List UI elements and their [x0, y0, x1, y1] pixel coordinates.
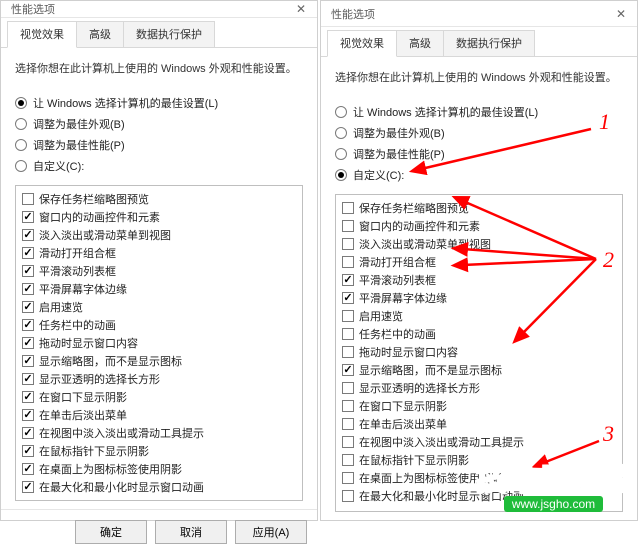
checkbox-icon: [22, 481, 34, 493]
left-panel: 性能选项 ✕ 视觉效果 高级 数据执行保护 选择你想在此计算机上使用的 Wind…: [0, 0, 318, 521]
option-label: 启用速览: [39, 299, 83, 315]
checkbox-icon: [22, 229, 34, 241]
option-label: 在单击后淡出菜单: [39, 407, 127, 423]
option-item[interactable]: 淡入淡出或滑动菜单到视图: [20, 226, 298, 244]
radio-group: 让 Windows 选择计算机的最佳设置(L) 调整为最佳外观(B) 调整为最佳…: [15, 90, 303, 179]
checkbox-icon: [22, 283, 34, 295]
radio-best-appearance[interactable]: 调整为最佳外观(B): [15, 116, 303, 132]
radio-auto[interactable]: 让 Windows 选择计算机的最佳设置(L): [15, 95, 303, 111]
option-item[interactable]: 平滑滚动列表框: [20, 262, 298, 280]
annotation-arrows: [321, 1, 640, 522]
checkbox-icon: [22, 247, 34, 259]
checkbox-icon: [22, 211, 34, 223]
titlebar: 性能选项 ✕: [1, 1, 317, 18]
option-item[interactable]: 显示缩略图，而不是显示图标: [20, 352, 298, 370]
options-listbox[interactable]: 保存任务栏缩略图预览窗口内的动画控件和元素淡入淡出或滑动菜单到视图滑动打开组合框…: [15, 185, 303, 501]
checkbox-icon: [22, 301, 34, 313]
button-row: 确定 取消 应用(A): [1, 509, 317, 554]
option-label: 显示亚透明的选择长方形: [39, 371, 160, 387]
prompt-text: 选择你想在此计算机上使用的 Windows 外观和性能设置。: [15, 60, 303, 76]
radio-icon: [15, 118, 27, 130]
checkbox-icon: [22, 409, 34, 421]
option-item[interactable]: 拖动时显示窗口内容: [20, 334, 298, 352]
radio-label: 调整为最佳外观(B): [33, 116, 125, 132]
option-item[interactable]: 窗口内的动画控件和元素: [20, 208, 298, 226]
option-item[interactable]: 在桌面上为图标标签使用阴影: [20, 460, 298, 478]
option-label: 显示缩略图，而不是显示图标: [39, 353, 182, 369]
option-label: 平滑滚动列表框: [39, 263, 116, 279]
close-icon[interactable]: ✕: [291, 2, 311, 16]
option-item[interactable]: 平滑屏幕字体边缘: [20, 280, 298, 298]
radio-best-performance[interactable]: 调整为最佳性能(P): [15, 137, 303, 153]
radio-label: 让 Windows 选择计算机的最佳设置(L): [33, 95, 218, 111]
option-label: 在最大化和最小化时显示窗口动画: [39, 479, 204, 495]
tab-visual-effects[interactable]: 视觉效果: [7, 21, 77, 48]
annotation-2: 2: [603, 247, 614, 273]
radio-label: 自定义(C):: [33, 158, 84, 174]
option-item[interactable]: 在鼠标指针下显示阴影: [20, 442, 298, 460]
checkbox-icon: [22, 463, 34, 475]
radio-icon: [15, 160, 27, 172]
cancel-button[interactable]: 取消: [155, 520, 227, 544]
option-label: 滑动打开组合框: [39, 245, 116, 261]
checkbox-icon: [22, 391, 34, 403]
checkbox-icon: [22, 445, 34, 457]
ok-button[interactable]: 确定: [75, 520, 147, 544]
checkbox-icon: [22, 193, 34, 205]
option-label: 保存任务栏缩略图预览: [39, 191, 149, 207]
option-label: 任务栏中的动画: [39, 317, 116, 333]
checkbox-icon: [22, 355, 34, 367]
option-item[interactable]: 保存任务栏缩略图预览: [20, 190, 298, 208]
radio-icon: [15, 139, 27, 151]
option-item[interactable]: 在视图中淡入淡出或滑动工具提示: [20, 424, 298, 442]
checkbox-icon: [22, 373, 34, 385]
option-label: 在窗口下显示阴影: [39, 389, 127, 405]
option-label: 在鼠标指针下显示阴影: [39, 443, 149, 459]
option-label: 淡入淡出或滑动菜单到视图: [39, 227, 171, 243]
radio-custom[interactable]: 自定义(C):: [15, 158, 303, 174]
radio-label: 调整为最佳性能(P): [33, 137, 125, 153]
option-item[interactable]: 在窗口下显示阴影: [20, 388, 298, 406]
right-panel: 性能选项 ✕ 视觉效果 高级 数据执行保护 选择你想在此计算机上使用的 Wind…: [320, 0, 638, 521]
option-label: 在视图中淡入淡出或滑动工具提示: [39, 425, 204, 441]
tab-visual-effects[interactable]: 视觉效果: [327, 30, 397, 57]
option-item[interactable]: 在最大化和最小化时显示窗口动画: [20, 478, 298, 496]
annotation-3: 3: [603, 421, 614, 447]
option-item[interactable]: 在单击后淡出菜单: [20, 406, 298, 424]
tab-advanced[interactable]: 高级: [76, 21, 124, 47]
option-label: 平滑屏幕字体边缘: [39, 281, 127, 297]
apply-button[interactable]: 应用(A): [235, 520, 307, 544]
tabbar: 视觉效果 高级 数据执行保护: [1, 18, 317, 48]
option-item[interactable]: 滑动打开组合框: [20, 244, 298, 262]
option-label: 在桌面上为图标标签使用阴影: [39, 461, 182, 477]
annotation-1: 1: [599, 109, 610, 135]
checkbox-icon: [22, 427, 34, 439]
option-item[interactable]: 任务栏中的动画: [20, 316, 298, 334]
checkbox-icon: [22, 265, 34, 277]
tab-dep[interactable]: 数据执行保护: [123, 21, 215, 47]
radio-icon: [15, 97, 27, 109]
window-title: 性能选项: [11, 1, 291, 17]
option-item[interactable]: 显示亚透明的选择长方形: [20, 370, 298, 388]
option-label: 窗口内的动画控件和元素: [39, 209, 160, 225]
checkbox-icon: [22, 337, 34, 349]
option-label: 拖动时显示窗口内容: [39, 335, 138, 351]
checkbox-icon: [22, 319, 34, 331]
option-item[interactable]: 启用速览: [20, 298, 298, 316]
